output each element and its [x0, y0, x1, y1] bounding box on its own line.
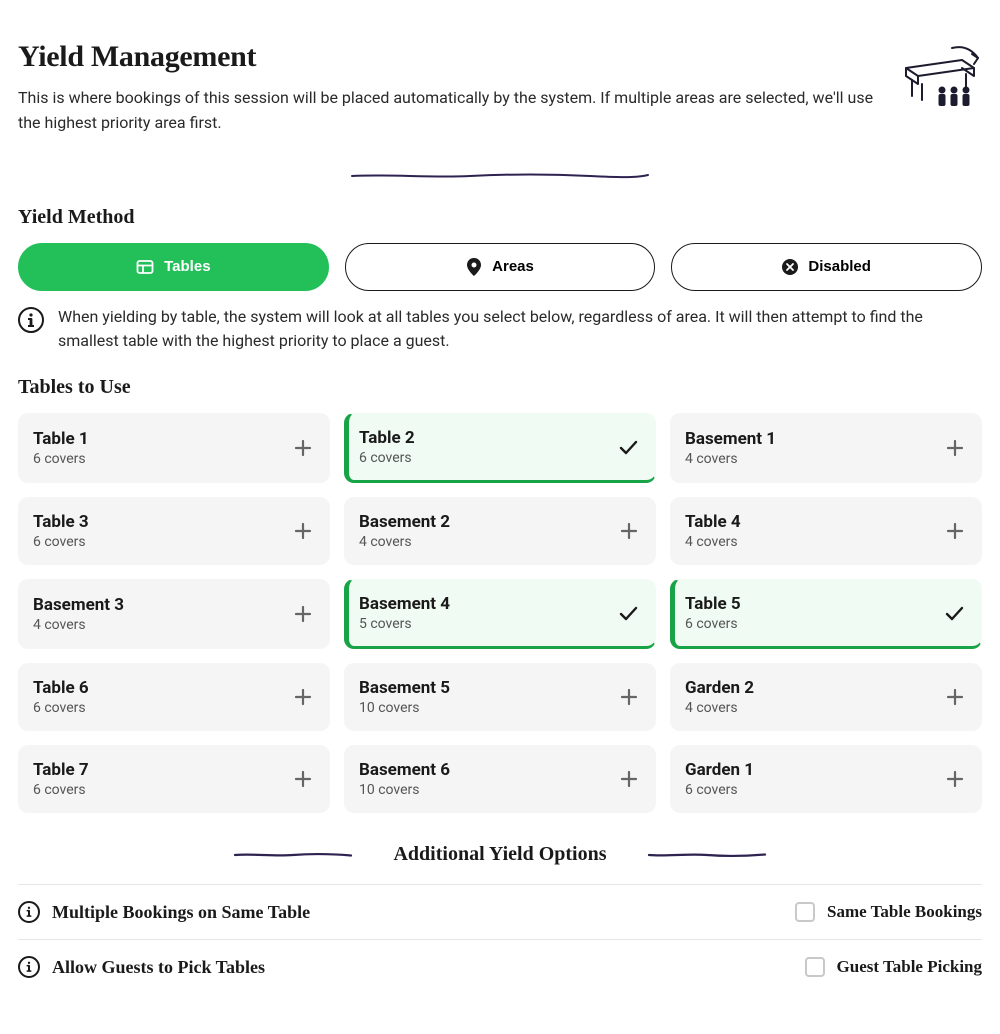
table-card[interactable]: Basement 2 4 covers: [344, 497, 656, 565]
table-card[interactable]: Basement 5 10 covers: [344, 663, 656, 731]
table-name: Table 6: [33, 678, 89, 698]
table-covers: 6 covers: [33, 451, 89, 467]
table-covers: 6 covers: [685, 616, 741, 632]
yield-method-areas-label: Areas: [492, 258, 534, 275]
tables-grid: Table 1 6 covers Table 2 6 covers Basement 1…: [18, 413, 982, 813]
table-name: Garden 1: [685, 760, 754, 780]
table-covers: 4 covers: [359, 534, 450, 550]
table-covers: 4 covers: [685, 534, 741, 550]
table-covers: 6 covers: [685, 782, 754, 798]
plus-icon: [293, 769, 313, 789]
option-title: Multiple Bookings on Same Table: [52, 902, 310, 923]
table-card[interactable]: Table 6 6 covers: [18, 663, 330, 731]
table-card[interactable]: Table 2 6 covers: [344, 413, 656, 483]
table-name: Table 7: [33, 760, 89, 780]
table-card[interactable]: Table 7 6 covers: [18, 745, 330, 813]
page-title: Yield Management: [18, 40, 882, 74]
yield-method-info-text: When yielding by table, the system will …: [58, 305, 982, 355]
table-card[interactable]: Table 5 6 covers: [670, 579, 982, 649]
table-name: Table 5: [685, 594, 741, 614]
table-card[interactable]: Garden 1 6 covers: [670, 745, 982, 813]
option-title: Allow Guests to Pick Tables: [52, 957, 265, 978]
yield-method-disabled[interactable]: Disabled: [671, 243, 982, 291]
plus-icon: [619, 521, 639, 541]
plus-icon: [293, 438, 313, 458]
table-name: Basement 3: [33, 595, 124, 615]
table-card[interactable]: Basement 6 10 covers: [344, 745, 656, 813]
table-name: Garden 2: [685, 678, 754, 698]
info-icon[interactable]: [18, 956, 40, 978]
table-card[interactable]: Table 3 6 covers: [18, 497, 330, 565]
table-covers: 6 covers: [33, 782, 89, 798]
info-icon[interactable]: [18, 901, 40, 923]
check-icon: [617, 602, 639, 624]
table-name: Basement 4: [359, 594, 450, 614]
yield-method-disabled-label: Disabled: [808, 258, 871, 275]
option-checkbox[interactable]: [805, 957, 825, 977]
table-name: Table 3: [33, 512, 89, 532]
additional-options-list: Multiple Bookings on Same Table Same Tabl…: [18, 884, 982, 994]
page-description: This is where bookings of this session w…: [18, 86, 878, 136]
option-row: Multiple Bookings on Same Table Same Tabl…: [18, 884, 982, 939]
table-covers: 4 covers: [685, 700, 754, 716]
yield-method-areas[interactable]: Areas: [345, 243, 656, 291]
plus-icon: [945, 438, 965, 458]
table-name: Table 1: [33, 429, 89, 449]
plus-icon: [293, 521, 313, 541]
table-name: Table 2: [359, 428, 415, 448]
page-header: Yield Management This is where bookings …: [18, 40, 982, 136]
yield-method-segmented: Tables Areas Disabled: [18, 243, 982, 291]
table-name: Table 4: [685, 512, 741, 532]
check-icon: [943, 602, 965, 624]
info-icon: [18, 307, 44, 333]
map-pin-icon: [466, 258, 482, 276]
additional-options-header: Additional Yield Options: [18, 843, 982, 866]
table-card[interactable]: Table 1 6 covers: [18, 413, 330, 483]
section-divider: [18, 172, 982, 180]
additional-options-title: Additional Yield Options: [393, 843, 606, 866]
table-covers: 5 covers: [359, 616, 450, 632]
table-covers: 4 covers: [33, 617, 124, 633]
table-covers: 6 covers: [359, 450, 415, 466]
table-card[interactable]: Garden 2 4 covers: [670, 663, 982, 731]
tables-to-use-title: Tables to Use: [18, 376, 982, 399]
yield-method-info: When yielding by table, the system will …: [18, 305, 982, 355]
table-name: Basement 6: [359, 760, 450, 780]
table-covers: 10 covers: [359, 700, 450, 716]
yield-method-tables-label: Tables: [164, 258, 210, 275]
close-circle-icon: [782, 259, 798, 275]
plus-icon: [945, 687, 965, 707]
table-card[interactable]: Basement 1 4 covers: [670, 413, 982, 483]
plus-icon: [945, 521, 965, 541]
table-covers: 6 covers: [33, 534, 89, 550]
table-name: Basement 5: [359, 678, 450, 698]
table-card[interactable]: Table 4 4 covers: [670, 497, 982, 565]
table-icon: [136, 258, 154, 276]
table-covers: 6 covers: [33, 700, 89, 716]
table-card[interactable]: Basement 3 4 covers: [18, 579, 330, 649]
table-illustration-icon: [902, 40, 982, 114]
option-checkbox-label: Same Table Bookings: [827, 902, 982, 922]
plus-icon: [293, 604, 313, 624]
yield-method-title: Yield Method: [18, 206, 982, 229]
divider-icon: [647, 852, 767, 858]
plus-icon: [619, 769, 639, 789]
table-name: Basement 1: [685, 429, 776, 449]
divider-icon: [233, 852, 353, 858]
table-name: Basement 2: [359, 512, 450, 532]
option-checkbox[interactable]: [795, 902, 815, 922]
plus-icon: [293, 687, 313, 707]
plus-icon: [945, 769, 965, 789]
yield-method-tables[interactable]: Tables: [18, 243, 329, 291]
table-covers: 4 covers: [685, 451, 776, 467]
check-icon: [617, 436, 639, 458]
plus-icon: [619, 687, 639, 707]
table-covers: 10 covers: [359, 782, 450, 798]
option-checkbox-label: Guest Table Picking: [837, 957, 982, 977]
table-card[interactable]: Basement 4 5 covers: [344, 579, 656, 649]
